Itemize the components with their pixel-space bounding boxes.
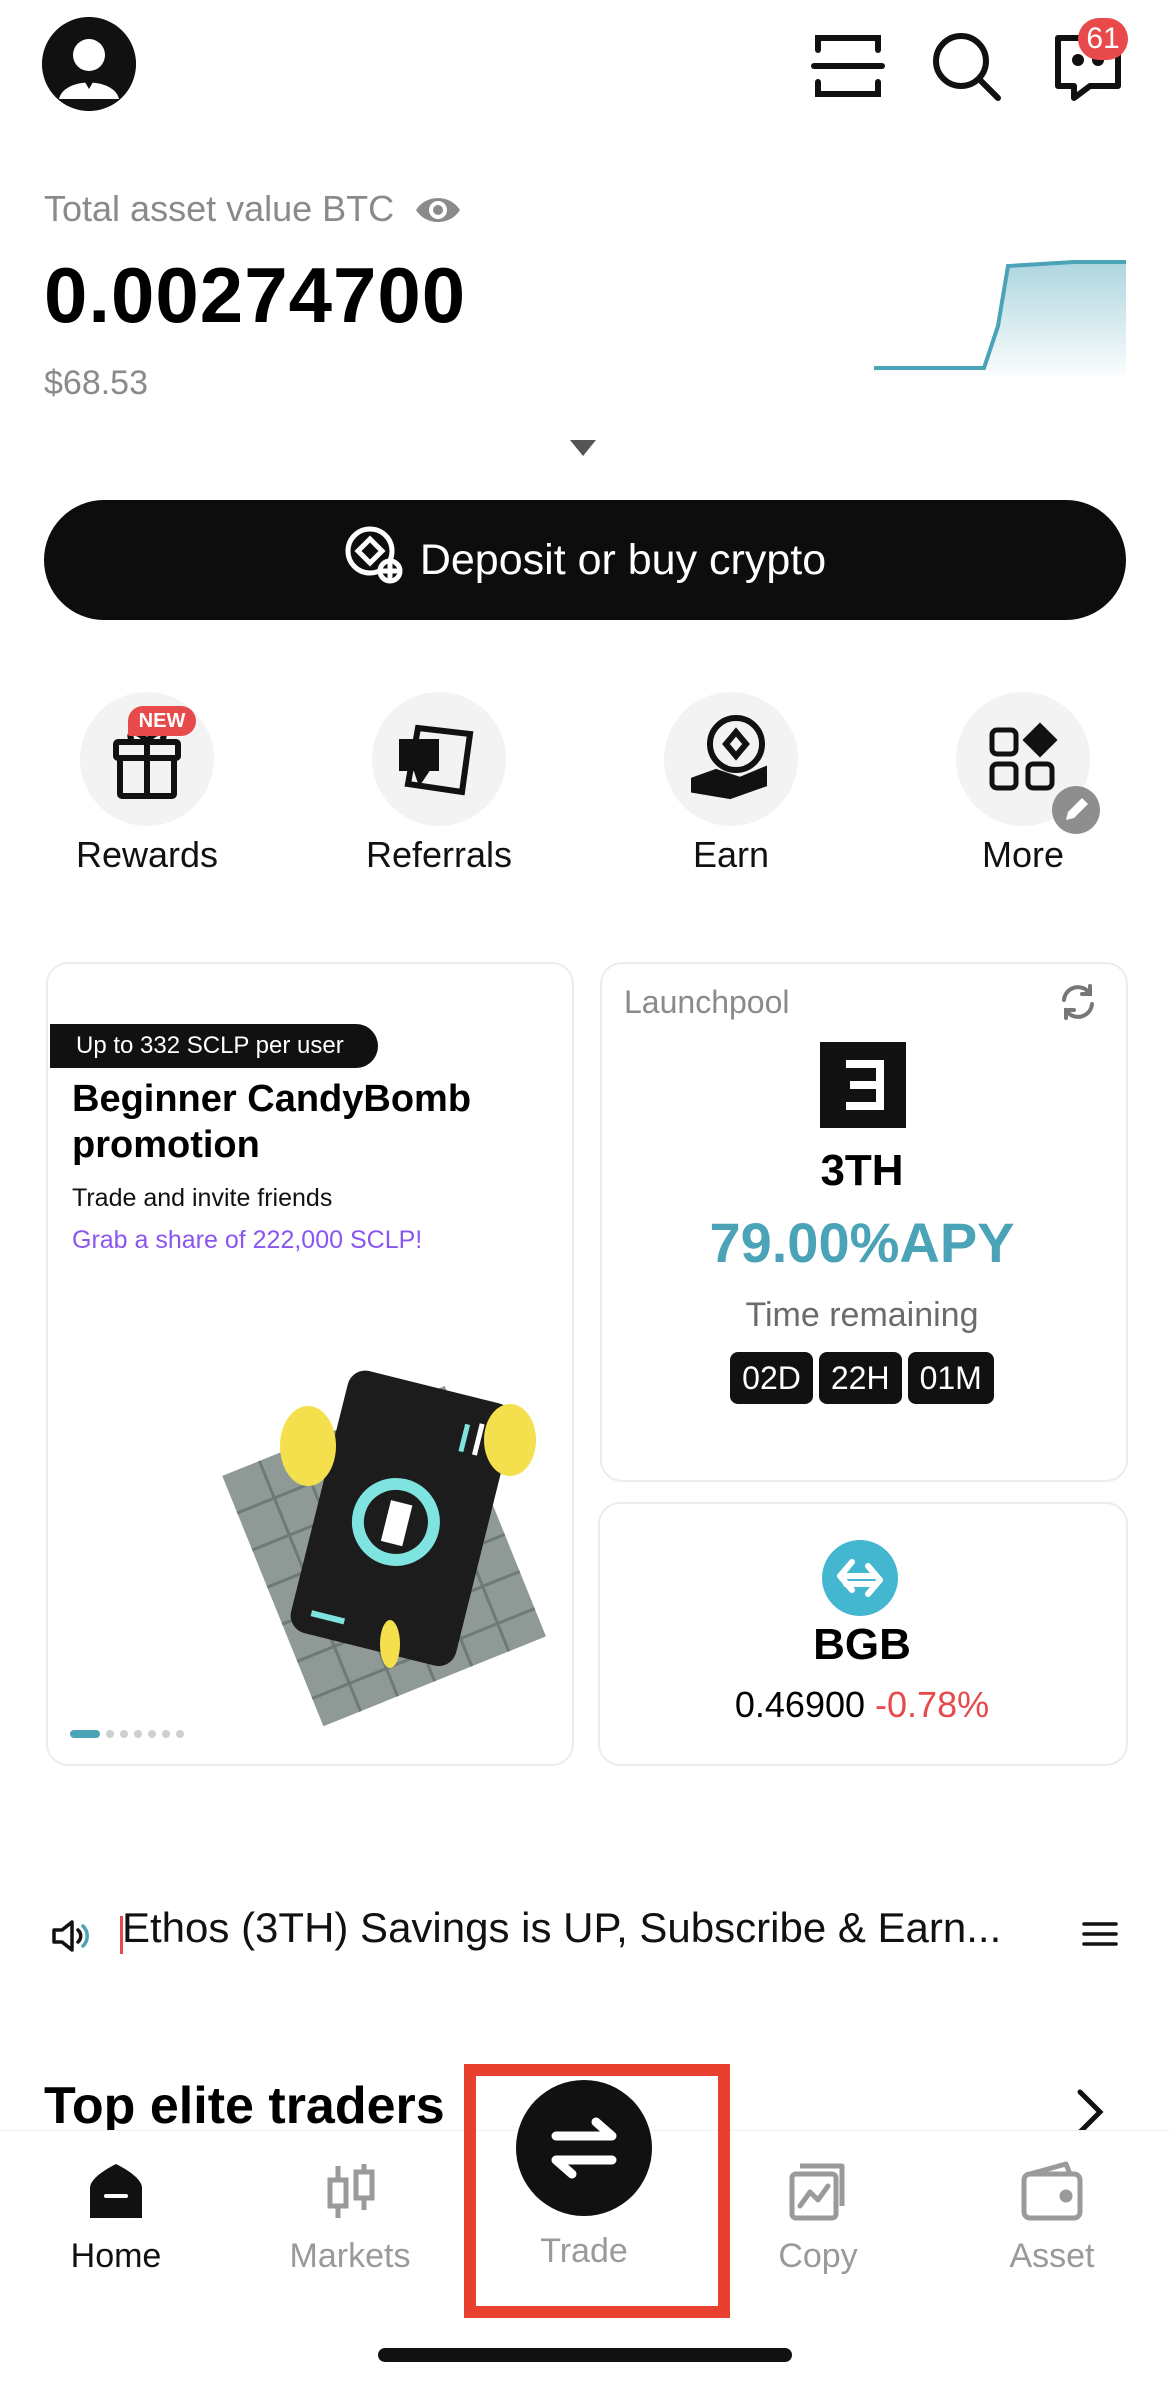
countdown-minutes: 01M	[907, 1352, 994, 1404]
avatar[interactable]	[42, 17, 136, 111]
promo-subtitle: Trade and invite friends	[72, 1184, 333, 1212]
promo-card-illustration	[200, 1360, 570, 1730]
notification-badge: 61	[1078, 18, 1128, 60]
3th-token-logo	[820, 1042, 906, 1128]
bgb-price: 0.46900	[734, 1684, 866, 1725]
nav-home-label: Home	[70, 2237, 162, 2275]
launchpool-apy: 79.00%APY	[709, 1211, 1015, 1274]
nav-markets[interactable]: Markets	[240, 2160, 460, 2276]
candlestick-icon	[327, 2164, 375, 2218]
countdown-timer: 02D 22H 01M	[600, 1352, 1124, 1404]
nav-asset[interactable]: Asset	[942, 2160, 1162, 2276]
new-badge: NEW	[128, 706, 196, 736]
launchpool-label: Launchpool	[624, 984, 790, 1020]
copy-trade-icon	[789, 2163, 845, 2221]
time-remaining-label: Time remaining	[745, 1296, 979, 1334]
more-label: More	[981, 834, 1065, 875]
eye-icon[interactable]	[414, 190, 462, 230]
referral-icon	[399, 724, 474, 796]
news-ticker[interactable]: Ethos (3TH) Savings is UP, Subscribe & E…	[122, 1904, 1022, 1952]
promo-tag: Up to 332 SCLP per user	[50, 1024, 378, 1068]
btc-balance: 0.00274700	[44, 251, 467, 339]
search-icon[interactable]	[928, 28, 1004, 104]
rewards-label: Rewards	[75, 834, 219, 875]
countdown-hours: 22H	[818, 1352, 902, 1404]
carousel-dot	[120, 1730, 128, 1738]
deposit-icon	[344, 525, 404, 596]
carousel-dots	[70, 1730, 184, 1738]
bgb-name: BGB	[813, 1620, 911, 1669]
nav-asset-label: Asset	[1009, 2237, 1095, 2275]
balance-sparkline	[874, 256, 1126, 376]
expand-caret-icon[interactable]	[568, 438, 598, 458]
menu-list-icon[interactable]	[1080, 1914, 1120, 1954]
speaker-icon	[48, 1912, 96, 1960]
bgb-change: -0.78%	[875, 1684, 990, 1725]
nav-home[interactable]: Home	[6, 2160, 226, 2276]
home-indicator[interactable]	[378, 2348, 792, 2362]
nav-copy-label: Copy	[778, 2237, 858, 2275]
carousel-dot	[148, 1730, 156, 1738]
deposit-label: Deposit or buy crypto	[419, 535, 827, 584]
scan-icon[interactable]	[810, 28, 886, 104]
carousel-dot	[162, 1730, 170, 1738]
carousel-dot	[106, 1730, 114, 1738]
bgb-token-logo	[822, 1540, 898, 1616]
usd-balance: $68.53	[44, 364, 148, 402]
nav-copy[interactable]: Copy	[708, 2160, 928, 2276]
nav-markets-label: Markets	[289, 2237, 411, 2275]
countdown-days: 02D	[730, 1352, 813, 1404]
highlight-box	[464, 2064, 730, 2318]
earn-icon	[691, 715, 767, 800]
wallet-icon	[1021, 2161, 1083, 2221]
promo-highlight: Grab a share of 222,000 SCLP!	[72, 1226, 423, 1254]
referrals-button[interactable]	[372, 692, 506, 826]
launchpool-token: 3TH	[820, 1146, 904, 1195]
earn-label: Earn	[692, 834, 770, 875]
referrals-label: Referrals	[365, 834, 513, 875]
bgb-price-row: 0.46900 -0.78%	[600, 1684, 1124, 1726]
earn-button[interactable]	[664, 692, 798, 826]
carousel-dot	[176, 1730, 184, 1738]
carousel-dot-active	[70, 1730, 100, 1738]
elite-traders-title: Top elite traders	[44, 2077, 445, 2135]
carousel-dot	[134, 1730, 142, 1738]
edit-pencil-icon[interactable]	[1052, 786, 1100, 834]
home-icon	[90, 2164, 142, 2218]
refresh-icon[interactable]	[1058, 982, 1098, 1022]
promo-title: Beginner CandyBomb promotion	[72, 1078, 472, 1166]
total-asset-label: Total asset value BTC	[44, 188, 395, 229]
deposit-button[interactable]: Deposit or buy crypto	[44, 500, 1126, 620]
